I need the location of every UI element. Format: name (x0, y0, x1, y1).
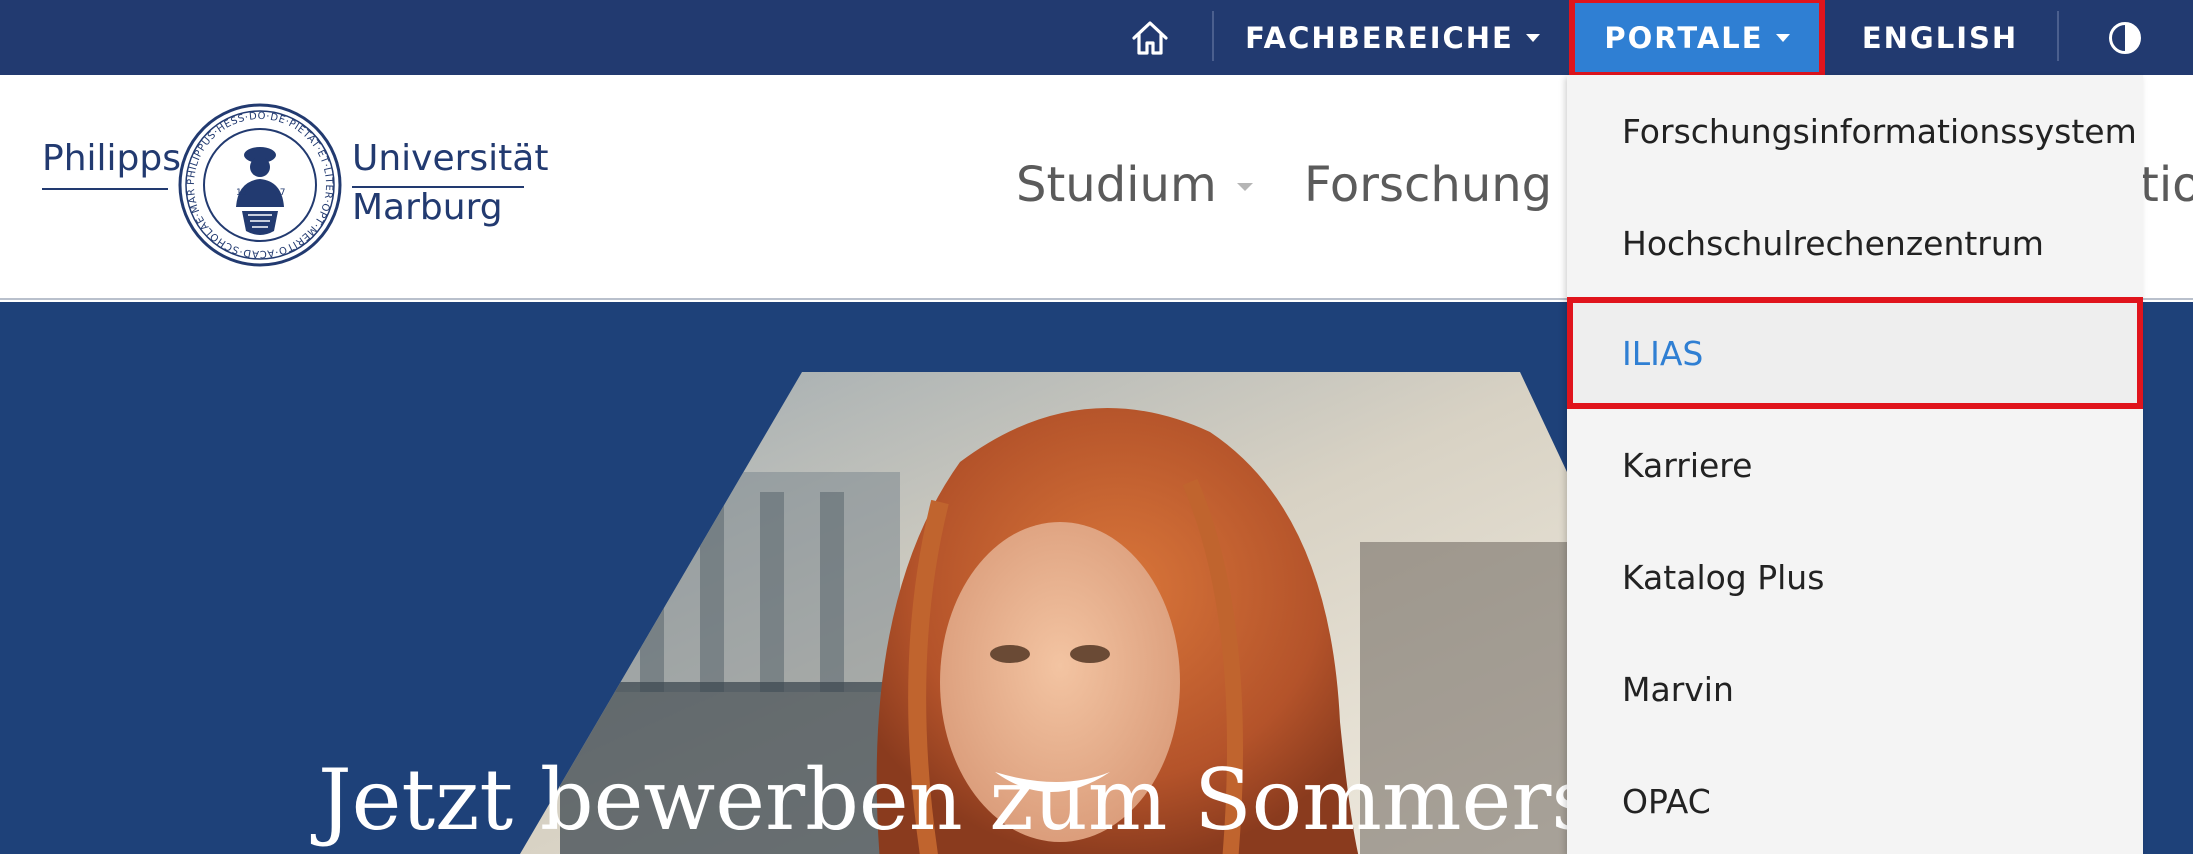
nav-label: tion (2140, 157, 2193, 213)
portale-dropdown: Forschungsinformationssystem Hochschulre… (1567, 75, 2143, 854)
dropdown-item-label: Marvin (1622, 669, 1734, 709)
dropdown-item-label: OPAC (1622, 781, 1711, 821)
nav-item-partial[interactable]: tion (2140, 157, 2193, 213)
home-link[interactable] (1120, 0, 1180, 75)
utility-bar: FACHBEREICHE PORTALE ENGLISH (0, 0, 2193, 78)
contrast-icon (2109, 21, 2141, 54)
dropdown-item-label: Karriere (1622, 445, 1753, 485)
hero-title: Jetzt bewerben zum Sommersem (318, 751, 1724, 849)
university-seal-icon: PHILIPPUS·HESS·DO·DE·PIETAT·ET·LITER·OPT… (178, 103, 342, 267)
contrast-toggle[interactable] (2090, 0, 2160, 75)
dropdown-item-label: Forschungsinformationssystem (1622, 111, 2137, 151)
topbar-divider (2057, 11, 2059, 61)
portale-label: PORTALE (1604, 20, 1764, 55)
dropdown-item-opac[interactable]: OPAC (1567, 745, 2143, 854)
seal-year-left: 15 (236, 188, 247, 198)
logo-word-universitaet: Universität (352, 138, 549, 179)
home-icon (1132, 20, 1168, 55)
nav-item-studium[interactable]: Studium (1016, 157, 1253, 213)
dropdown-item-label: ILIAS (1622, 333, 1704, 373)
nav-label: Studium (1016, 157, 1217, 213)
logo-word-philipps: Philipps (42, 138, 181, 179)
dropdown-item-forschungsinformationssystem[interactable]: Forschungsinformationssystem (1567, 75, 2143, 187)
dropdown-item-karriere[interactable]: Karriere (1567, 409, 2143, 521)
dropdown-item-marvin[interactable]: Marvin (1567, 633, 2143, 745)
caret-down-icon (1775, 33, 1790, 42)
caret-down-icon (1525, 33, 1540, 42)
dropdown-item-label: Katalog Plus (1622, 557, 1825, 597)
dropdown-item-ilias[interactable]: ILIAS (1567, 297, 2143, 409)
fachbereiche-menu[interactable]: FACHBEREICHE (1245, 0, 1540, 75)
dropdown-item-katalog-plus[interactable]: Katalog Plus (1567, 521, 2143, 633)
logo-rule (42, 188, 168, 190)
dropdown-item-hochschulrechenzentrum[interactable]: Hochschulrechenzentrum (1567, 187, 2143, 299)
language-link[interactable]: ENGLISH (1860, 0, 2020, 75)
portale-menu[interactable]: PORTALE (1569, 0, 1825, 78)
logo-word-marburg: Marburg (352, 187, 503, 228)
nav-label: Forschung (1304, 157, 1553, 213)
english-label: ENGLISH (1861, 20, 2019, 55)
seal-year-right: 27 (274, 188, 285, 198)
nav-item-forschung[interactable]: Forschung (1304, 157, 1589, 213)
fachbereiche-label: FACHBEREICHE (1245, 20, 1514, 55)
topbar-divider (1212, 11, 1214, 61)
dropdown-item-label: Hochschulrechenzentrum (1622, 223, 2044, 263)
caret-down-icon (1236, 183, 1253, 191)
